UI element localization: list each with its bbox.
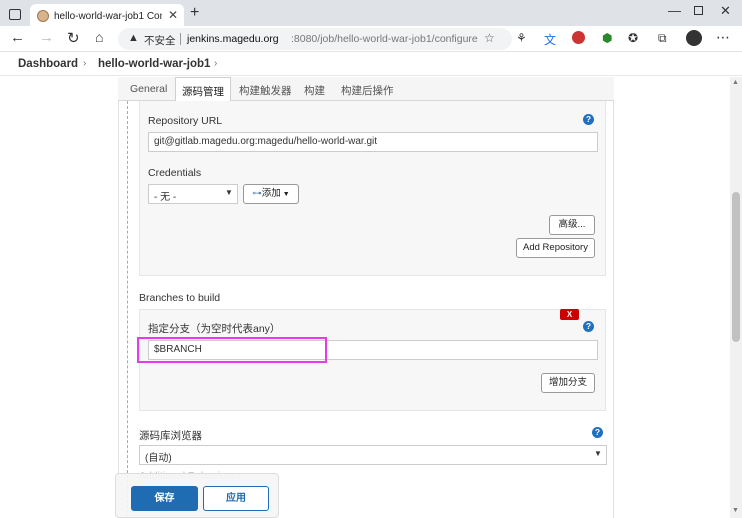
credentials-value: - 无 -	[154, 192, 177, 203]
tab-general[interactable]: General	[130, 83, 167, 95]
key-icon: ⊶	[252, 188, 262, 199]
credentials-label: Credentials	[148, 167, 202, 179]
config-page: General 源码管理 构建触发器 构建 构建后操作 Repository U…	[0, 77, 730, 518]
tab-post-build[interactable]: 构建后操作	[341, 83, 394, 98]
branches-title: Branches to build	[139, 292, 221, 304]
help-icon[interactable]: ?	[592, 427, 603, 438]
jenkins-favicon-icon	[37, 10, 49, 22]
more-menu-icon[interactable]: ⋯	[716, 29, 730, 46]
favorite-icon[interactable]: ☆	[484, 31, 495, 45]
scrollbar-thumb[interactable]	[732, 192, 740, 342]
tab-build-triggers[interactable]: 构建触发器	[239, 83, 292, 98]
insecure-label: 不安全	[144, 35, 176, 47]
extension-icon[interactable]: ⬢	[602, 31, 612, 45]
back-icon[interactable]: ←	[10, 29, 25, 46]
repository-url-input[interactable]: git@gitlab.magedu.org:magedu/hello-world…	[148, 132, 598, 152]
config-tabs: General 源码管理 构建触发器 构建 构建后操作	[118, 77, 614, 102]
section-guide-line	[127, 101, 128, 518]
tab-title: hello-world-war-job1 Config [Jenkins]	[54, 11, 162, 22]
chevron-down-icon: ▼	[280, 191, 290, 198]
reload-icon[interactable]: ↻	[67, 29, 80, 47]
url-divider	[180, 33, 181, 45]
breadcrumb: Dashboard › hello-world-war-job1 ›	[0, 52, 742, 76]
breadcrumb-dashboard[interactable]: Dashboard	[18, 58, 78, 70]
repository-browser-value: (自动)	[145, 453, 172, 464]
save-button[interactable]: 保存	[131, 486, 198, 511]
warning-icon: ▲	[128, 32, 139, 44]
close-window-icon[interactable]: ✕	[720, 3, 731, 19]
extension-icon[interactable]	[572, 31, 585, 44]
help-icon[interactable]: ?	[583, 114, 594, 125]
add-credentials-label: 添加	[261, 188, 281, 199]
chevron-down-icon: ▼	[594, 449, 602, 458]
new-tab-icon[interactable]: +	[190, 4, 199, 22]
forward-icon[interactable]: →	[39, 29, 54, 46]
repository-browser-select[interactable]: (自动) ▼	[139, 445, 607, 465]
page-scrollbar[interactable]: ▲ ▼	[730, 77, 742, 518]
maximize-icon[interactable]	[694, 6, 703, 15]
add-repository-button[interactable]: Add Repository	[516, 238, 595, 258]
scroll-down-icon[interactable]: ▼	[732, 507, 739, 514]
home-icon[interactable]: ⌂	[95, 29, 103, 45]
help-icon[interactable]: ?	[583, 321, 594, 332]
tab-source-code-management[interactable]: 源码管理	[175, 77, 231, 102]
advanced-button[interactable]: 高级...	[549, 215, 595, 235]
avatar[interactable]	[686, 30, 702, 46]
credentials-select[interactable]: - 无 - ▼	[148, 184, 238, 204]
url-host: jenkins.magedu.org	[187, 33, 279, 45]
chevron-right-icon[interactable]: ›	[214, 58, 217, 69]
highlight-box	[137, 337, 327, 363]
breadcrumb-job[interactable]: hello-world-war-job1	[98, 58, 210, 70]
scroll-up-icon[interactable]: ▲	[732, 79, 739, 86]
add-branch-button[interactable]: 增加分支	[541, 373, 595, 393]
branch-specifier-label: 指定分支（为空时代表any）	[148, 323, 281, 335]
extension-icon[interactable]: ⚘	[516, 31, 527, 45]
tab-build[interactable]: 构建	[304, 83, 325, 98]
collections-icon[interactable]: ⧉	[658, 31, 667, 46]
delete-branch-label: X	[566, 310, 573, 319]
extension-icon[interactable]: ✪	[628, 31, 638, 45]
minimize-icon[interactable]: —	[668, 3, 681, 18]
close-tab-icon[interactable]: ✕	[168, 8, 178, 22]
chevron-down-icon: ▼	[225, 188, 233, 197]
delete-branch-button[interactable]: X	[560, 309, 579, 320]
apply-button[interactable]: 应用	[203, 486, 269, 511]
add-credentials-button[interactable]: ⊶添加 ▼	[243, 184, 299, 204]
url-path: :8080/job/hello-world-war-job1/configure	[291, 33, 478, 45]
translate-icon[interactable]: 文	[544, 31, 556, 48]
chevron-right-icon[interactable]: ›	[83, 58, 86, 69]
address-bar[interactable]: ▲ 不安全 jenkins.magedu.org :8080/job/hello…	[118, 28, 512, 50]
repository-url-label: Repository URL	[148, 115, 223, 127]
repository-browser-label: 源码库浏览器	[139, 430, 202, 442]
browser-toolbar: ← → ↻ ⌂ ▲ 不安全 jenkins.magedu.org :8080/j…	[0, 26, 742, 52]
window-menu-icon[interactable]	[9, 9, 21, 20]
